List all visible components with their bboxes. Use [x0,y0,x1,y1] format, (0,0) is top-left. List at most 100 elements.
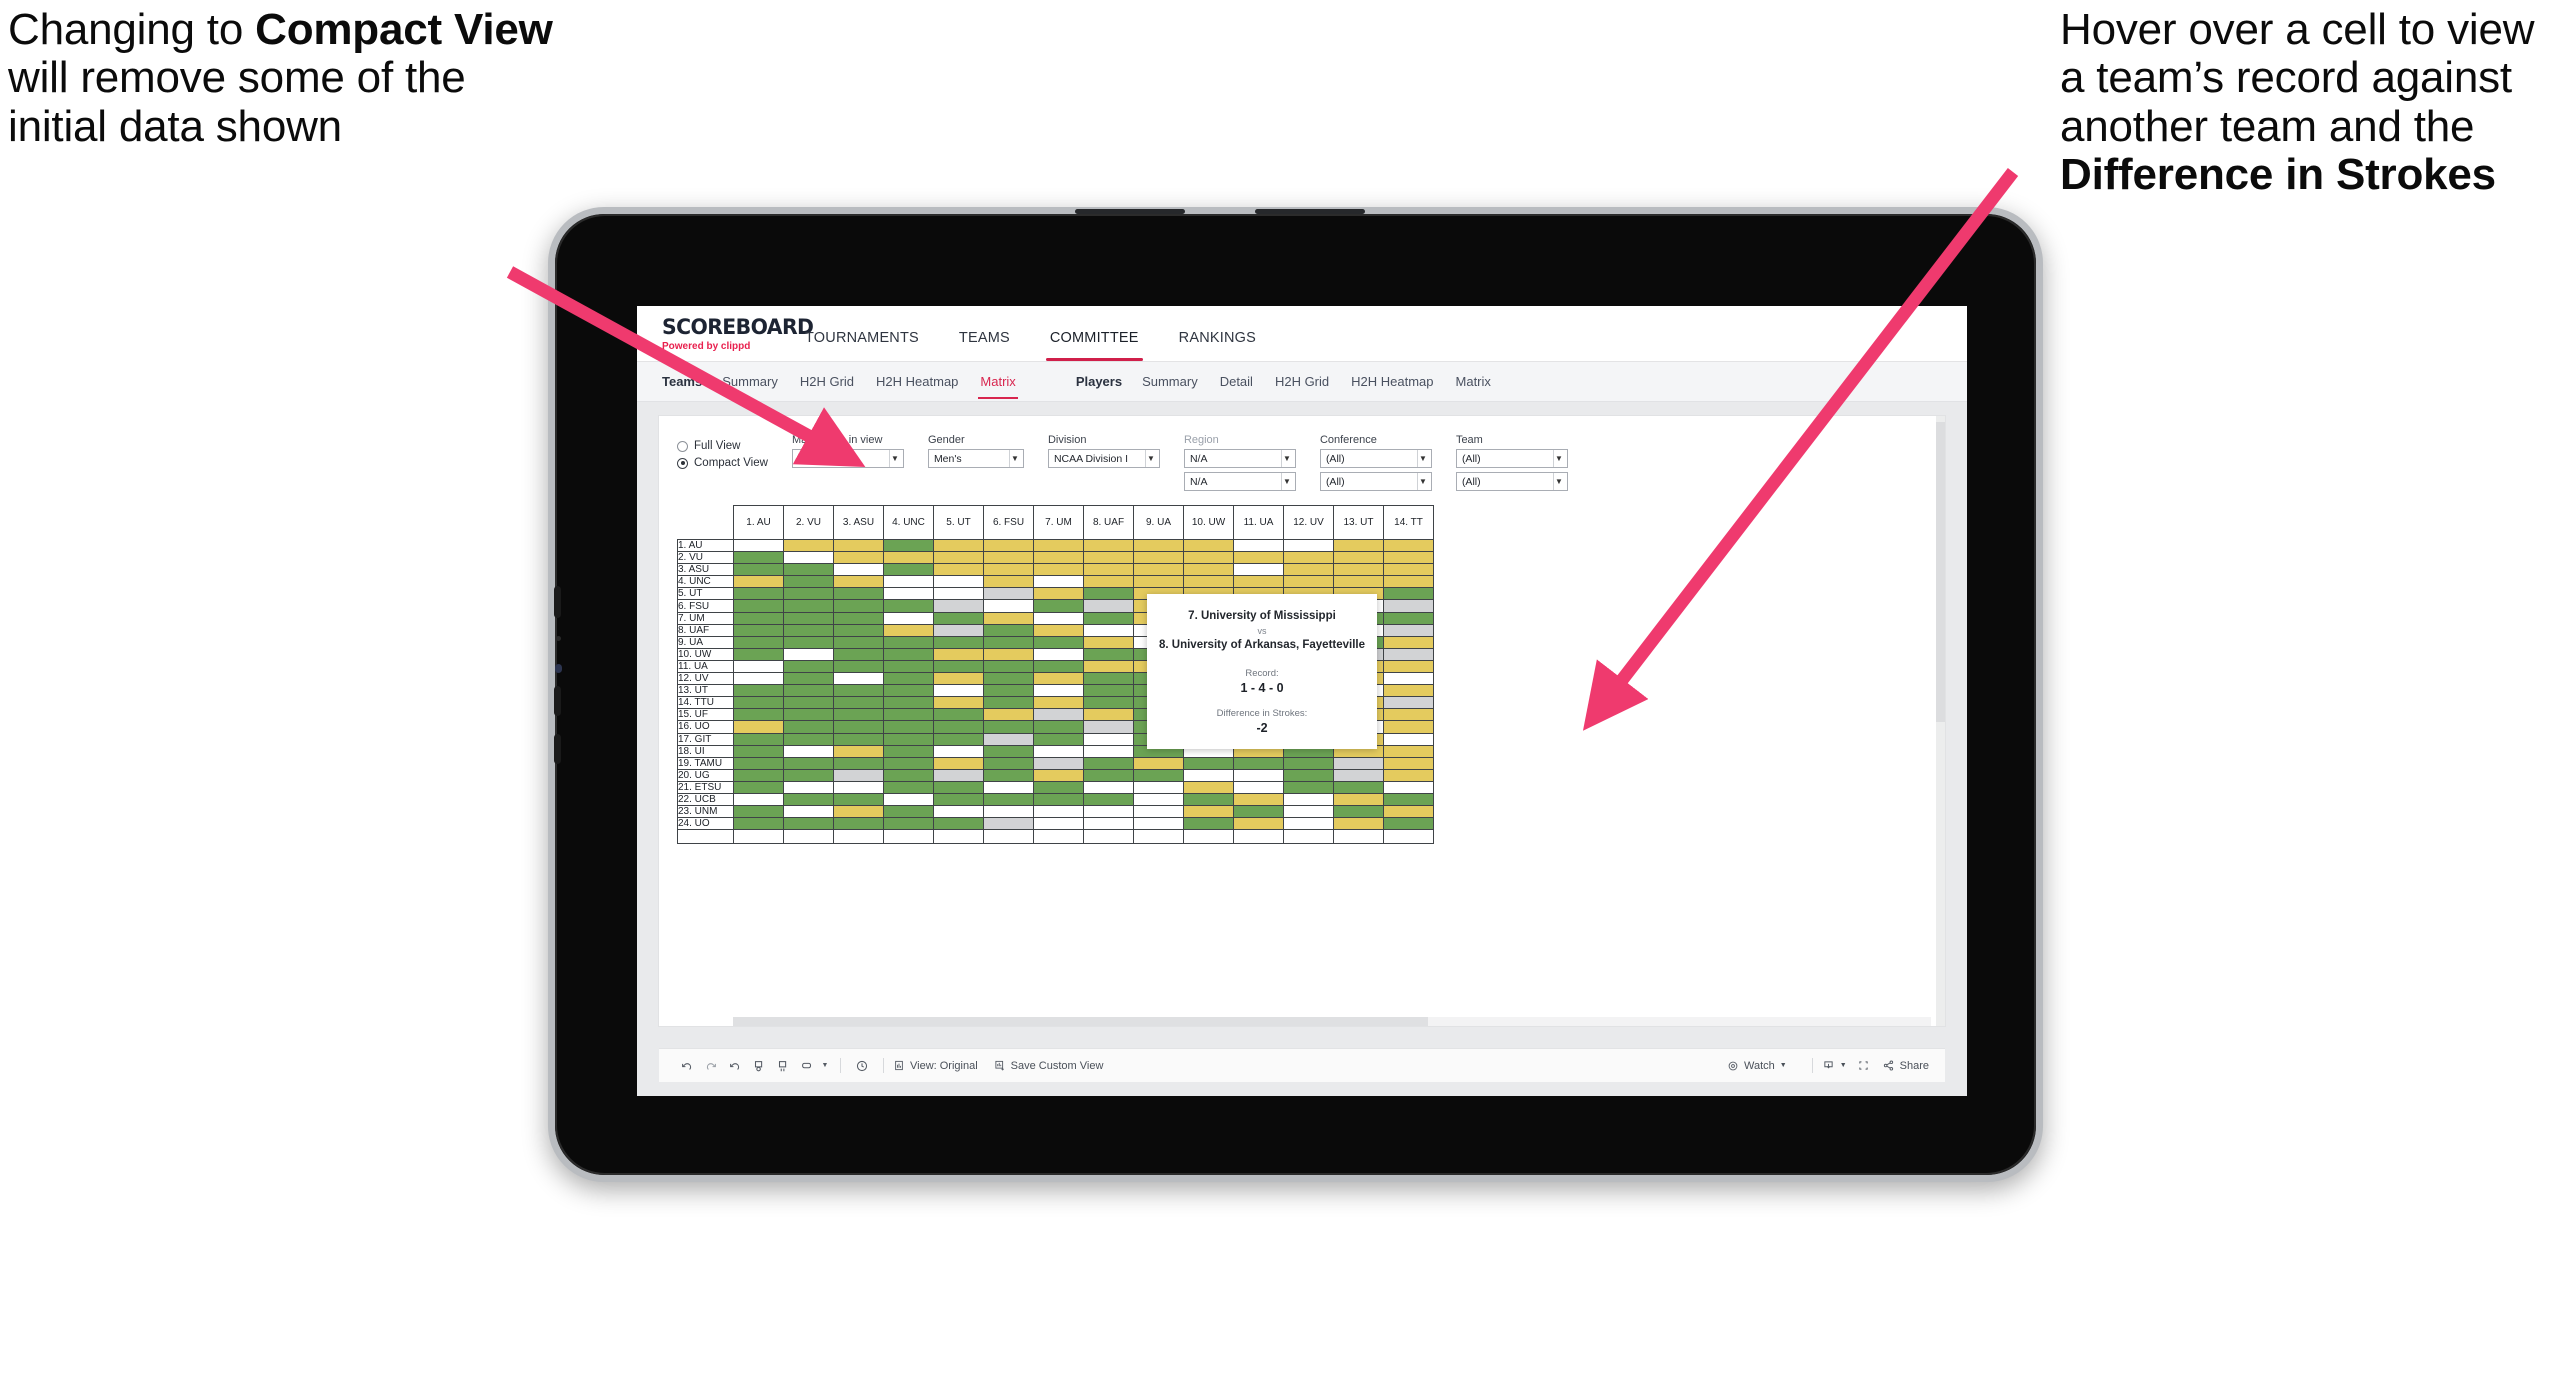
matrix-cell[interactable] [1333,768,1384,782]
matrix-cell[interactable] [983,829,1034,845]
matrix-cell[interactable] [733,623,784,637]
matrix-cell[interactable] [933,792,984,807]
matrix-cell[interactable] [1083,599,1134,613]
matrix-cell[interactable] [1233,575,1284,589]
matrix-cell[interactable] [1083,756,1134,770]
matrix-cell[interactable] [883,768,934,782]
matrix-cell[interactable] [1383,708,1434,722]
matrix-cell[interactable] [833,696,884,710]
matrix-cell[interactable] [783,805,834,819]
matrix-cell[interactable] [1233,817,1284,831]
matrix-cell[interactable] [1383,792,1434,807]
matrix-cell[interactable] [933,756,984,770]
matrix-cell[interactable] [983,696,1034,710]
matrix-cell[interactable] [1233,829,1284,845]
matrix-cell[interactable] [1283,805,1334,819]
matrix-cell[interactable] [1383,599,1434,613]
matrix-cell[interactable] [783,563,834,577]
matrix-cell[interactable] [1133,563,1184,577]
matrix-cell[interactable] [783,720,834,734]
shape-icon[interactable] [795,1055,819,1077]
download-button[interactable]: ▼ [1822,1059,1847,1072]
matrix-cell[interactable] [883,817,934,831]
conference-select-2[interactable]: (All) ▼ [1319,472,1432,491]
matrix-cell[interactable] [1133,551,1184,565]
matrix-cell[interactable] [933,684,984,698]
matrix-cell[interactable] [1183,551,1234,565]
matrix-cell[interactable] [1383,635,1434,649]
radio-compact-view[interactable]: Compact View [677,457,768,469]
matrix-cell[interactable] [783,708,834,722]
matrix-cell[interactable] [1083,563,1134,577]
matrix-cell[interactable] [1033,672,1084,686]
matrix-cell[interactable] [1383,672,1434,686]
tab-players-matrix[interactable]: Matrix [1456,374,1491,389]
matrix-cell[interactable] [1133,792,1184,807]
caret-down-icon[interactable]: ▼ [819,1055,831,1077]
matrix-cell[interactable] [983,659,1034,674]
matrix-cell[interactable] [1183,538,1234,553]
matrix-cell[interactable] [783,744,834,758]
matrix-cell[interactable] [1333,805,1384,819]
matrix-cell[interactable] [1083,768,1134,782]
matrix-cell[interactable] [883,732,934,746]
matrix-cell[interactable] [1333,792,1384,807]
team-select-1[interactable]: (All) ▼ [1455,449,1568,468]
matrix-cell[interactable] [833,756,884,770]
matrix-cell[interactable] [1333,575,1384,589]
matrix-cell[interactable] [1233,538,1284,553]
matrix-cell[interactable] [1033,684,1084,698]
tab-players-h2h-grid[interactable]: H2H Grid [1275,374,1329,389]
matrix-cell[interactable] [933,587,984,601]
matrix-cell[interactable] [1383,575,1434,589]
matrix-cell[interactable] [883,780,934,794]
matrix-cell[interactable] [833,768,884,782]
matrix-cell[interactable] [833,672,884,686]
matrix-cell[interactable] [1033,623,1084,637]
matrix-cell[interactable] [1083,659,1134,674]
matrix-cell[interactable] [783,659,834,674]
division-select[interactable]: NCAA Division I ▼ [1047,449,1160,468]
matrix-cell[interactable] [983,672,1034,686]
matrix-cell[interactable] [1183,756,1234,770]
matrix-cell[interactable] [983,817,1034,831]
matrix-cell[interactable] [1333,563,1384,577]
matrix-cell[interactable] [783,684,834,698]
matrix-cell[interactable] [1233,780,1284,794]
matrix-cell[interactable] [1033,611,1084,625]
matrix-cell[interactable] [833,563,884,577]
matrix-cell[interactable] [983,744,1034,758]
matrix-cell[interactable] [983,720,1034,734]
matrix-cell[interactable] [733,708,784,722]
matrix-cell[interactable] [1383,756,1434,770]
matrix-cell[interactable] [983,805,1034,819]
matrix-cell[interactable] [933,647,984,661]
matrix-cell[interactable] [733,659,784,674]
matrix-cell[interactable] [933,768,984,782]
nav-committee[interactable]: COMMITTEE [1030,330,1159,361]
matrix-cell[interactable] [783,732,834,746]
matrix-cell[interactable] [1283,792,1334,807]
matrix-cell[interactable] [1283,538,1334,553]
matrix-cell[interactable] [783,647,834,661]
matrix-cell[interactable] [1283,780,1334,794]
matrix-cell[interactable] [833,575,884,589]
matrix-cell[interactable] [1083,744,1134,758]
matrix-cell[interactable] [983,587,1034,601]
matrix-cell[interactable] [983,756,1034,770]
matrix-cell[interactable] [933,708,984,722]
matrix-cell[interactable] [733,611,784,625]
matrix-cell[interactable] [883,599,934,613]
matrix-cell[interactable] [833,744,884,758]
matrix-cell[interactable] [1383,805,1434,819]
matrix-cell[interactable] [883,647,934,661]
matrix-cell[interactable] [883,756,934,770]
matrix-cell[interactable] [833,829,884,845]
matrix-cell[interactable] [933,575,984,589]
matrix-cell[interactable] [1383,768,1434,782]
matrix-cell[interactable] [883,672,934,686]
matrix-cell[interactable] [983,684,1034,698]
max-teams-select[interactable]: Top 50 ▼ [791,449,904,468]
matrix-cell[interactable] [1033,720,1084,734]
matrix-cell[interactable] [1033,696,1084,710]
